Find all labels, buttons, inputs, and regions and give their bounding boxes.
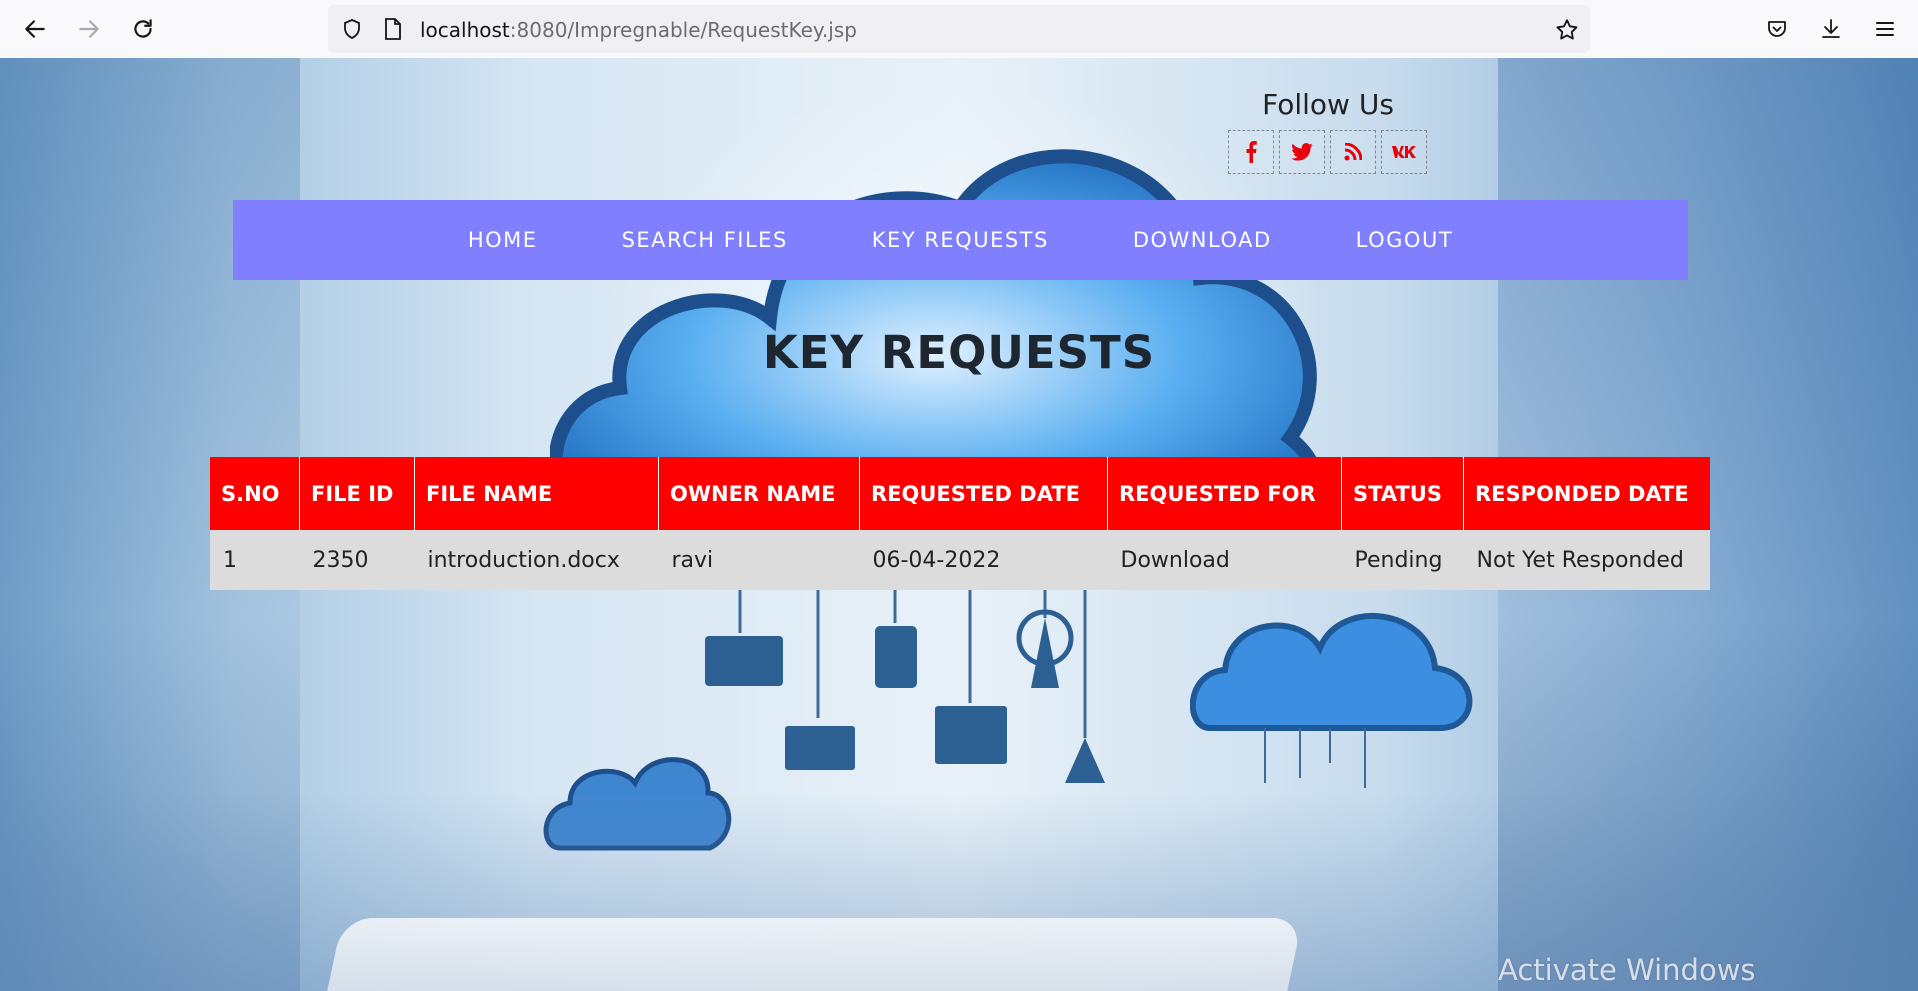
nav-logout[interactable]: LOGOUT (1356, 228, 1453, 252)
url-host: localhost (420, 18, 510, 42)
rss-icon[interactable] (1330, 130, 1376, 174)
col-header-owner-name: OWNER NAME (658, 457, 860, 530)
nav-home[interactable]: HOME (468, 228, 538, 252)
bookmark-star-icon[interactable] (1554, 17, 1580, 47)
url-path: :8080/Impregnable/RequestKey.jsp (509, 18, 857, 42)
col-header-responded-date: RESPONDED DATE (1463, 457, 1710, 530)
url-text[interactable]: localhost:8080/Impregnable/RequestKey.js… (420, 18, 857, 42)
follow-us-heading: Follow Us (1262, 88, 1394, 121)
reload-icon[interactable] (128, 14, 158, 44)
activate-windows-watermark: Activate Windows (1498, 953, 1756, 987)
main-nav: HOME SEARCH FILES KEY REQUESTS DOWNLOAD … (233, 200, 1688, 280)
table-row: 1 2350 introduction.docx ravi 06-04-2022… (210, 530, 1710, 590)
col-header-file-name: FILE NAME (414, 457, 659, 530)
page-background: Follow Us HOME SEARCH FILES KEY REQUESTS… (0, 58, 1918, 991)
shield-icon[interactable] (340, 17, 364, 45)
cell-requested-for: Download (1107, 530, 1342, 590)
cell-responded-date: Not Yet Responded (1463, 530, 1710, 590)
facebook-icon[interactable] (1228, 130, 1274, 174)
address-bar[interactable]: localhost:8080/Impregnable/RequestKey.js… (328, 5, 1590, 53)
nav-download[interactable]: DOWNLOAD (1133, 228, 1272, 252)
nav-key-requests[interactable]: KEY REQUESTS (872, 228, 1049, 252)
col-header-status: STATUS (1341, 457, 1464, 530)
table-header-row: S.NO FILE ID FILE NAME OWNER NAME REQUES… (210, 457, 1710, 530)
key-requests-table: S.NO FILE ID FILE NAME OWNER NAME REQUES… (210, 457, 1710, 590)
forward-icon[interactable] (74, 14, 104, 44)
col-header-requested-date: REQUESTED DATE (859, 457, 1108, 530)
cell-status: Pending (1341, 530, 1464, 590)
downloads-icon[interactable] (1816, 14, 1846, 44)
laptop-illustration (317, 918, 1303, 991)
col-header-file-id: FILE ID (299, 457, 415, 530)
cell-owner-name: ravi (658, 530, 860, 590)
back-icon[interactable] (20, 14, 50, 44)
col-header-requested-for: REQUESTED FOR (1107, 457, 1342, 530)
social-links (1228, 130, 1427, 174)
cell-sno: 1 (210, 530, 300, 590)
menu-hamburger-icon[interactable] (1870, 14, 1900, 44)
page-title: KEY REQUESTS (762, 326, 1156, 379)
col-header-sno: S.NO (210, 457, 300, 530)
pocket-icon[interactable] (1762, 14, 1792, 44)
cell-file-id: 2350 (299, 530, 415, 590)
vk-icon[interactable] (1381, 130, 1427, 174)
cell-requested-date: 06-04-2022 (859, 530, 1108, 590)
nav-search-files[interactable]: SEARCH FILES (622, 228, 788, 252)
browser-toolbar: localhost:8080/Impregnable/RequestKey.js… (0, 0, 1918, 59)
page-icon (382, 17, 404, 45)
cell-file-name: introduction.docx (414, 530, 659, 590)
twitter-icon[interactable] (1279, 130, 1325, 174)
